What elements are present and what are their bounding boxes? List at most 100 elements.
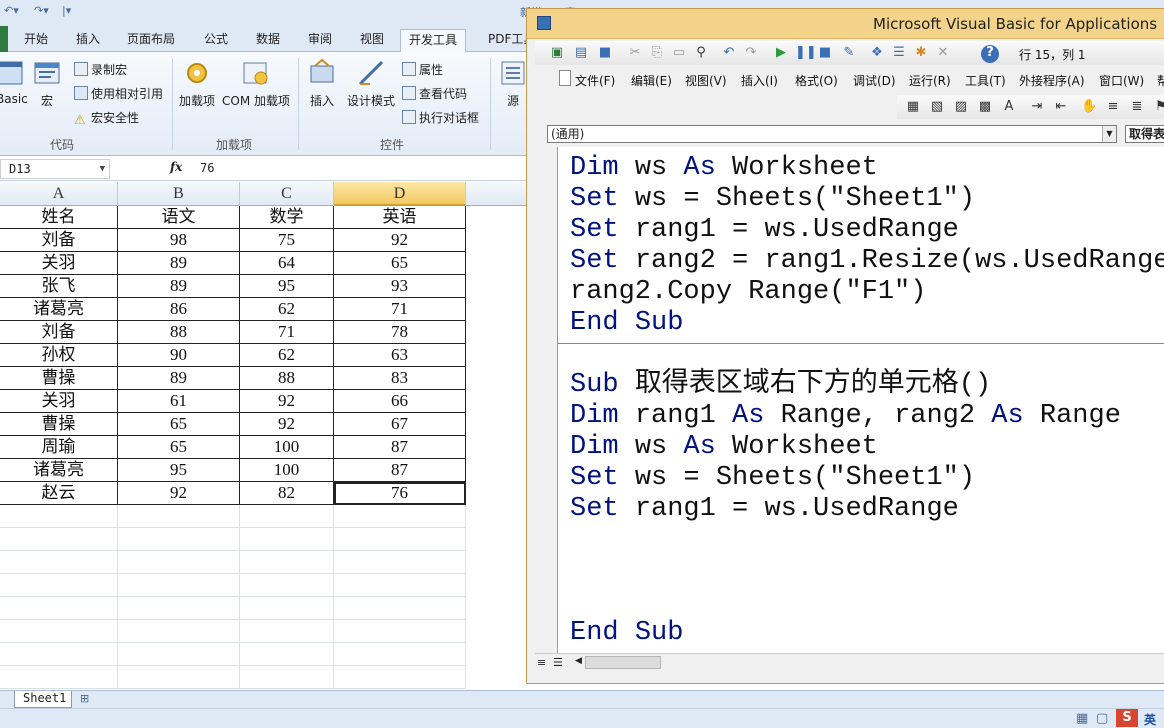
menu-view[interactable]: 视图(V) [685,72,727,89]
empty-cell[interactable] [0,528,118,551]
code-line[interactable]: Set ws = Sheets("Sheet1") [570,184,975,215]
properties-button[interactable]: 属性 [402,60,443,80]
empty-cell[interactable] [334,528,466,551]
menu-help[interactable]: 帮 [1157,72,1164,89]
table-cell[interactable]: 周瑜 [0,436,118,459]
code-line[interactable]: Dim ws As Worksheet [570,432,878,463]
empty-cell[interactable] [0,574,118,597]
column-header-b[interactable]: B [118,182,240,206]
empty-cell[interactable] [334,620,466,643]
table-cell[interactable]: 89 [118,275,240,298]
code-hscroll[interactable]: ≡ ☰ ◀ [535,653,1164,671]
sheet-tab[interactable]: Sheet1 [14,691,72,708]
source-button[interactable]: 源 [498,58,528,109]
table-cell[interactable]: 92 [240,390,334,413]
table-header-cell[interactable]: 语文 [118,206,240,229]
column-header-d[interactable]: D [334,182,466,206]
table-cell[interactable]: 95 [240,275,334,298]
table-header-cell[interactable]: 姓名 [0,206,118,229]
menu-insert[interactable]: 插入(I) [741,72,778,89]
tab-home[interactable]: 开始 [16,29,56,52]
table-cell[interactable]: 65 [118,436,240,459]
code-line[interactable]: Dim rang1 As Range, rang2 As Range [570,401,1121,432]
empty-cell[interactable] [334,643,466,666]
toggle-breakpoint-icon[interactable]: ✋ [1081,99,1097,115]
empty-cell[interactable] [0,505,118,528]
empty-cell[interactable] [240,528,334,551]
list-properties-icon[interactable]: ▦ [905,99,921,115]
complete-word-icon[interactable]: A [1001,99,1017,115]
table-cell[interactable]: 曹操 [0,367,118,390]
table-cell[interactable]: 孙权 [0,344,118,367]
normal-view-icon[interactable]: ▦ [1076,711,1088,726]
table-cell[interactable]: 关羽 [0,390,118,413]
code-line[interactable]: Sub 取得表区域右下方的单元格() [570,370,991,401]
tab-view[interactable]: 视图 [352,29,392,52]
table-cell[interactable]: 关羽 [0,252,118,275]
table-cell[interactable]: 62 [240,298,334,321]
empty-cell[interactable] [240,574,334,597]
table-cell[interactable]: 66 [334,390,466,413]
tab-developer[interactable]: 开发工具 [400,29,467,53]
tab-review[interactable]: 审阅 [300,29,340,52]
table-cell[interactable]: 100 [240,436,334,459]
menu-file[interactable]: 文件(F) [575,72,615,89]
column-header-c[interactable]: C [240,182,334,206]
empty-cell[interactable] [0,620,118,643]
customize-qat-icon[interactable]: |▾ [62,4,71,17]
ime-language[interactable]: 英 [1144,711,1156,728]
empty-cell[interactable] [118,597,240,620]
table-cell[interactable]: 诸葛亮 [0,298,118,321]
table-cell[interactable]: 诸葛亮 [0,459,118,482]
ime-logo-icon[interactable]: S [1116,709,1138,727]
table-cell[interactable]: 93 [334,275,466,298]
table-cell[interactable]: 87 [334,436,466,459]
code-editor[interactable]: Dim ws As Worksheet Set ws = Sheets("Shee… [557,147,1164,653]
table-cell[interactable]: 65 [118,413,240,436]
cut-icon[interactable]: ✂ [627,45,643,61]
code-line[interactable]: Set ws = Sheets("Sheet1") [570,463,975,494]
visual-basic-button[interactable]: Basic [0,58,28,106]
new-sheet-icon[interactable]: ⊞ [80,692,89,705]
table-cell[interactable]: 88 [240,367,334,390]
full-module-view-icon[interactable]: ☰ [553,656,563,669]
table-cell[interactable]: 78 [334,321,466,344]
table-cell[interactable]: 刘备 [0,229,118,252]
procedure-combo[interactable]: 取得表 [1125,125,1164,143]
copy-icon[interactable]: ⎘ [649,45,665,61]
menu-debug[interactable]: 调试(D) [853,72,896,89]
table-cell[interactable]: 67 [334,413,466,436]
empty-cell[interactable] [240,505,334,528]
bookmark-icon[interactable]: ⚑ [1153,99,1164,115]
reset-icon[interactable]: ■ [817,45,833,61]
help-icon[interactable]: ? [981,45,999,63]
view-excel-icon[interactable]: ▣ [549,45,565,61]
chevron-down-icon[interactable]: ▼ [100,160,105,178]
empty-cell[interactable] [118,620,240,643]
table-cell[interactable]: 61 [118,390,240,413]
properties-window-icon[interactable]: ☰ [891,45,907,61]
empty-cell[interactable] [240,666,334,689]
menu-tools[interactable]: 工具(T) [965,72,1006,89]
list-constants-icon[interactable]: ▧ [929,99,945,115]
empty-cell[interactable] [240,597,334,620]
macro-security-button[interactable]: ⚠ 宏安全性 [74,108,139,128]
page-layout-view-icon[interactable]: ▢ [1096,711,1108,726]
code-line[interactable]: End Sub [570,618,683,649]
insert-control-button[interactable]: 插入 [304,58,340,109]
column-header-e[interactable] [466,182,530,206]
outdent-icon[interactable]: ⇤ [1053,99,1069,115]
tab-insert[interactable]: 插入 [68,29,108,52]
table-cell[interactable]: 92 [118,482,240,505]
indent-icon[interactable]: ⇥ [1029,99,1045,115]
table-cell[interactable]: 75 [240,229,334,252]
code-line[interactable]: Dim ws As Worksheet [570,153,878,184]
table-cell[interactable]: 92 [240,413,334,436]
find-icon[interactable]: ⚲ [693,45,709,61]
project-explorer-icon[interactable]: ❖ [869,45,885,61]
table-cell[interactable]: 90 [118,344,240,367]
empty-cell[interactable] [0,551,118,574]
design-mode-icon[interactable]: ✎ [841,45,857,61]
empty-cell[interactable] [118,666,240,689]
code-line[interactable]: rang2.Copy Range("F1") [570,277,926,308]
